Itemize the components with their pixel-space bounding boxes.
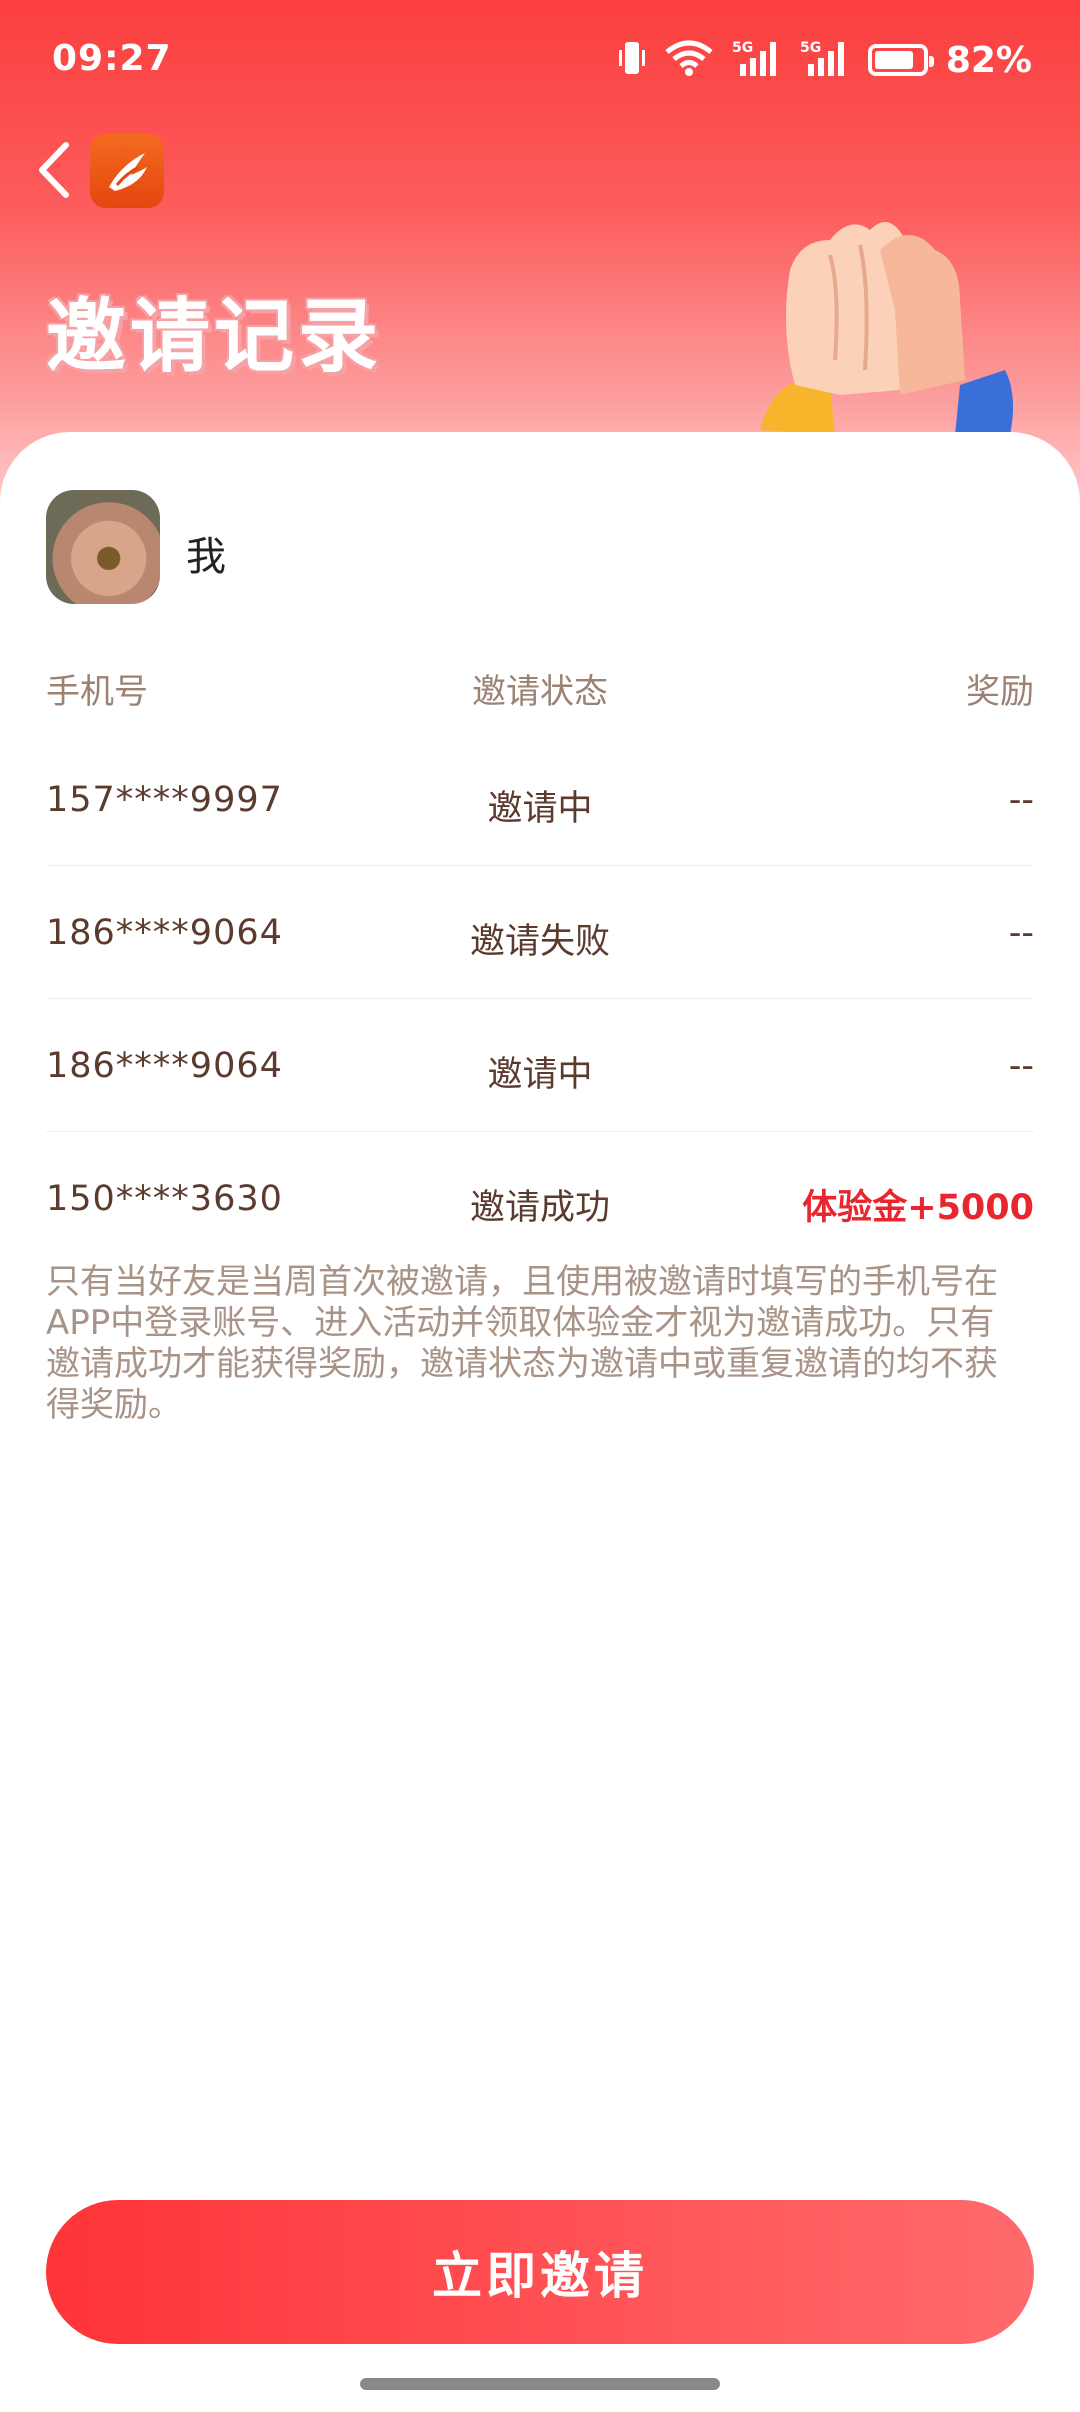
- row-reward-success: 体验金+5000: [802, 1188, 1034, 1228]
- row-reward: --: [1008, 1046, 1034, 1086]
- page-title: 邀请记录: [46, 290, 382, 383]
- notice-line: 邀请成功才能获得奖励，邀请状态为邀请中或重复邀请的均不获: [46, 1344, 998, 1384]
- status-icons: 5G 5G 82%: [618, 36, 1032, 84]
- column-reward: 奖励: [966, 672, 1034, 712]
- signal-5g-icon-2: 5G: [800, 38, 850, 82]
- table-header: 手机号 邀请状态 奖励: [46, 664, 1034, 714]
- back-button[interactable]: [30, 135, 80, 205]
- row-status: 邀请失败: [469, 922, 610, 962]
- column-status: 邀请状态: [472, 672, 608, 712]
- network-1-label: 5G: [732, 40, 753, 56]
- table-row: 157****9997 邀请中 --: [46, 732, 1034, 866]
- row-status: 邀请中: [487, 1055, 593, 1095]
- vibrate-icon: [618, 38, 646, 82]
- flame-logo-icon: [109, 153, 147, 191]
- table-row: 186****9064 邀请失败 --: [46, 865, 1034, 999]
- network-2-label: 5G: [800, 40, 821, 56]
- chevron-left-icon: [39, 142, 69, 198]
- notice-line: 得奖励。: [46, 1385, 182, 1425]
- invite-now-button[interactable]: 立即邀请: [46, 2200, 1034, 2344]
- status-time: 09:27: [52, 38, 172, 79]
- notice-text: 只有当好友是当周首次被邀请，且使用被邀请时填写的手机号在 APP中登录账号、进入…: [46, 1262, 1036, 1426]
- home-indicator[interactable]: [360, 2378, 720, 2390]
- signal-5g-icon: 5G: [732, 38, 782, 82]
- wifi-icon: [664, 38, 714, 82]
- praying-hands-illustration: [760, 210, 1020, 440]
- row-reward: --: [1008, 913, 1034, 953]
- table-row: 150****3630 邀请成功 体验金+5000: [46, 1131, 1034, 1264]
- table-row: 186****9064 邀请中 --: [46, 998, 1034, 1132]
- battery-icon: [867, 44, 934, 76]
- app-logo: [90, 134, 164, 208]
- user-name: 我: [186, 534, 226, 580]
- battery-percent: 82%: [945, 39, 1032, 81]
- row-reward: --: [1008, 780, 1034, 820]
- status-bar: 09:27 5G 5G 82%: [0, 0, 1080, 120]
- notice-line: 只有当好友是当周首次被邀请，且使用被邀请时填写的手机号在: [46, 1262, 998, 1302]
- row-status: 邀请中: [487, 789, 593, 829]
- notice-line: APP中登录账号、进入活动并领取体验金才视为邀请成功。只有: [46, 1303, 995, 1343]
- avatar: [46, 490, 160, 604]
